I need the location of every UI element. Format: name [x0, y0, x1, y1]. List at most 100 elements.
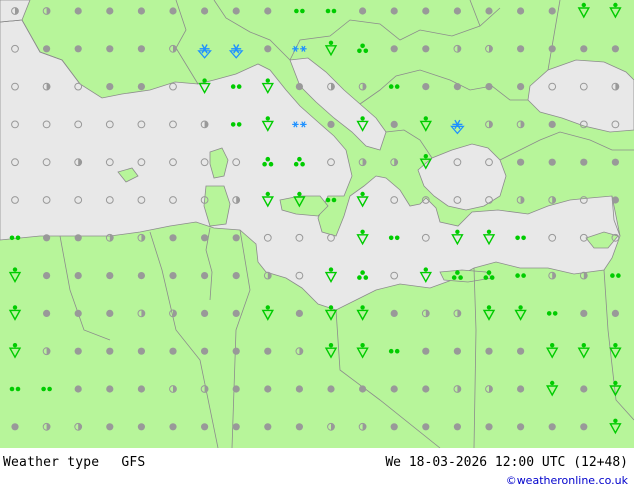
dry-dot-icon: [422, 385, 430, 393]
dry-dot-icon: [137, 385, 145, 393]
dry-dot-icon: [611, 309, 620, 317]
dry-dot-icon: [485, 83, 493, 91]
credit-link[interactable]: ©weatheronline.co.uk: [506, 474, 628, 487]
dry-dot-icon: [453, 7, 461, 15]
dry-dot-icon: [390, 120, 398, 128]
dry-dot-icon: [74, 7, 82, 15]
dry-dot-icon: [548, 423, 556, 431]
dry-dot-icon: [201, 7, 209, 15]
dry-dot-icon: [517, 83, 525, 91]
dry-dot-icon: [548, 45, 556, 53]
dry-dot-icon: [74, 309, 82, 317]
dry-dot-icon: [74, 385, 82, 393]
dry-dot-icon: [264, 347, 272, 355]
weather-map: [0, 0, 634, 448]
dry-dot-icon: [43, 45, 51, 53]
dry-dot-icon: [295, 83, 303, 91]
dry-dot-icon: [232, 347, 240, 355]
dry-dot-icon: [517, 158, 525, 166]
dry-dot-icon: [390, 309, 398, 317]
sardinia-island: [203, 185, 231, 227]
dry-dot-icon: [485, 423, 493, 431]
dry-dot-icon: [327, 385, 335, 393]
dry-dot-icon: [106, 45, 114, 53]
dry-dot-icon: [106, 423, 114, 431]
dry-dot-icon: [137, 83, 145, 91]
dry-dot-icon: [422, 347, 430, 355]
dry-dot-icon: [485, 7, 493, 15]
dry-dot-icon: [264, 423, 272, 431]
dry-dot-icon: [74, 347, 82, 355]
dry-dot-icon: [137, 7, 145, 15]
dry-dot-icon: [137, 272, 145, 280]
dry-dot-icon: [422, 423, 430, 431]
dry-dot-icon: [11, 423, 19, 431]
dry-dot-icon: [390, 385, 398, 393]
dry-dot-icon: [106, 7, 114, 15]
dry-dot-icon: [264, 385, 272, 393]
dry-dot-icon: [485, 347, 493, 355]
map-label: Weather type: [3, 455, 100, 470]
dry-dot-icon: [43, 272, 51, 280]
dry-dot-icon: [295, 385, 303, 393]
dry-dot-icon: [74, 272, 82, 280]
dry-dot-icon: [232, 423, 240, 431]
dry-dot-icon: [517, 385, 525, 393]
dry-dot-icon: [611, 196, 620, 204]
dry-dot-icon: [359, 385, 367, 393]
dry-dot-icon: [264, 7, 272, 15]
dry-dot-icon: [106, 83, 114, 91]
dry-dot-icon: [453, 83, 461, 91]
forecast-datetime: We 18-03-2026 12:00 UTC (12+48): [385, 455, 628, 470]
dry-dot-icon: [422, 7, 430, 15]
dry-dot-icon: [201, 272, 209, 280]
dry-dot-icon: [580, 45, 588, 53]
dry-dot-icon: [74, 234, 82, 242]
dry-dot-icon: [295, 423, 303, 431]
dry-dot-icon: [106, 347, 114, 355]
dry-dot-icon: [548, 120, 556, 128]
dry-dot-icon: [137, 45, 145, 53]
dry-dot-icon: [390, 45, 398, 53]
dry-dot-icon: [137, 347, 145, 355]
dry-dot-icon: [232, 385, 240, 393]
dry-dot-icon: [611, 158, 620, 166]
dry-dot-icon: [43, 309, 51, 317]
dry-dot-icon: [390, 423, 398, 431]
dry-dot-icon: [390, 7, 398, 15]
dry-dot-icon: [453, 347, 461, 355]
dry-dot-icon: [232, 7, 240, 15]
dry-dot-icon: [106, 385, 114, 393]
dry-dot-icon: [74, 45, 82, 53]
dry-dot-icon: [359, 7, 367, 15]
dry-dot-icon: [106, 309, 114, 317]
dry-dot-icon: [517, 7, 525, 15]
dry-dot-icon: [232, 234, 240, 242]
dry-dot-icon: [327, 120, 335, 128]
dry-dot-icon: [580, 423, 588, 431]
dry-dot-icon: [43, 234, 51, 242]
dry-dot-icon: [422, 83, 430, 91]
dry-dot-icon: [580, 385, 588, 393]
dry-dot-icon: [548, 7, 556, 15]
dry-dot-icon: [106, 272, 114, 280]
dry-dot-icon: [232, 309, 240, 317]
dry-dot-icon: [137, 423, 145, 431]
dry-dot-icon: [169, 234, 177, 242]
dry-dot-icon: [201, 309, 209, 317]
dry-dot-icon: [169, 423, 177, 431]
dry-dot-icon: [453, 423, 461, 431]
dry-dot-icon: [169, 7, 177, 15]
dry-dot-icon: [548, 158, 556, 166]
dry-dot-icon: [169, 272, 177, 280]
map-canvas: [0, 0, 634, 448]
dry-dot-icon: [232, 272, 240, 280]
dry-dot-icon: [580, 158, 588, 166]
dry-dot-icon: [611, 45, 620, 53]
dry-dot-icon: [201, 347, 209, 355]
dry-dot-icon: [517, 423, 525, 431]
dry-dot-icon: [517, 45, 525, 53]
dry-dot-icon: [422, 45, 430, 53]
map-footer: Weather type GFS We 18-03-2026 12:00 UTC…: [0, 448, 634, 490]
dry-dot-icon: [517, 347, 525, 355]
